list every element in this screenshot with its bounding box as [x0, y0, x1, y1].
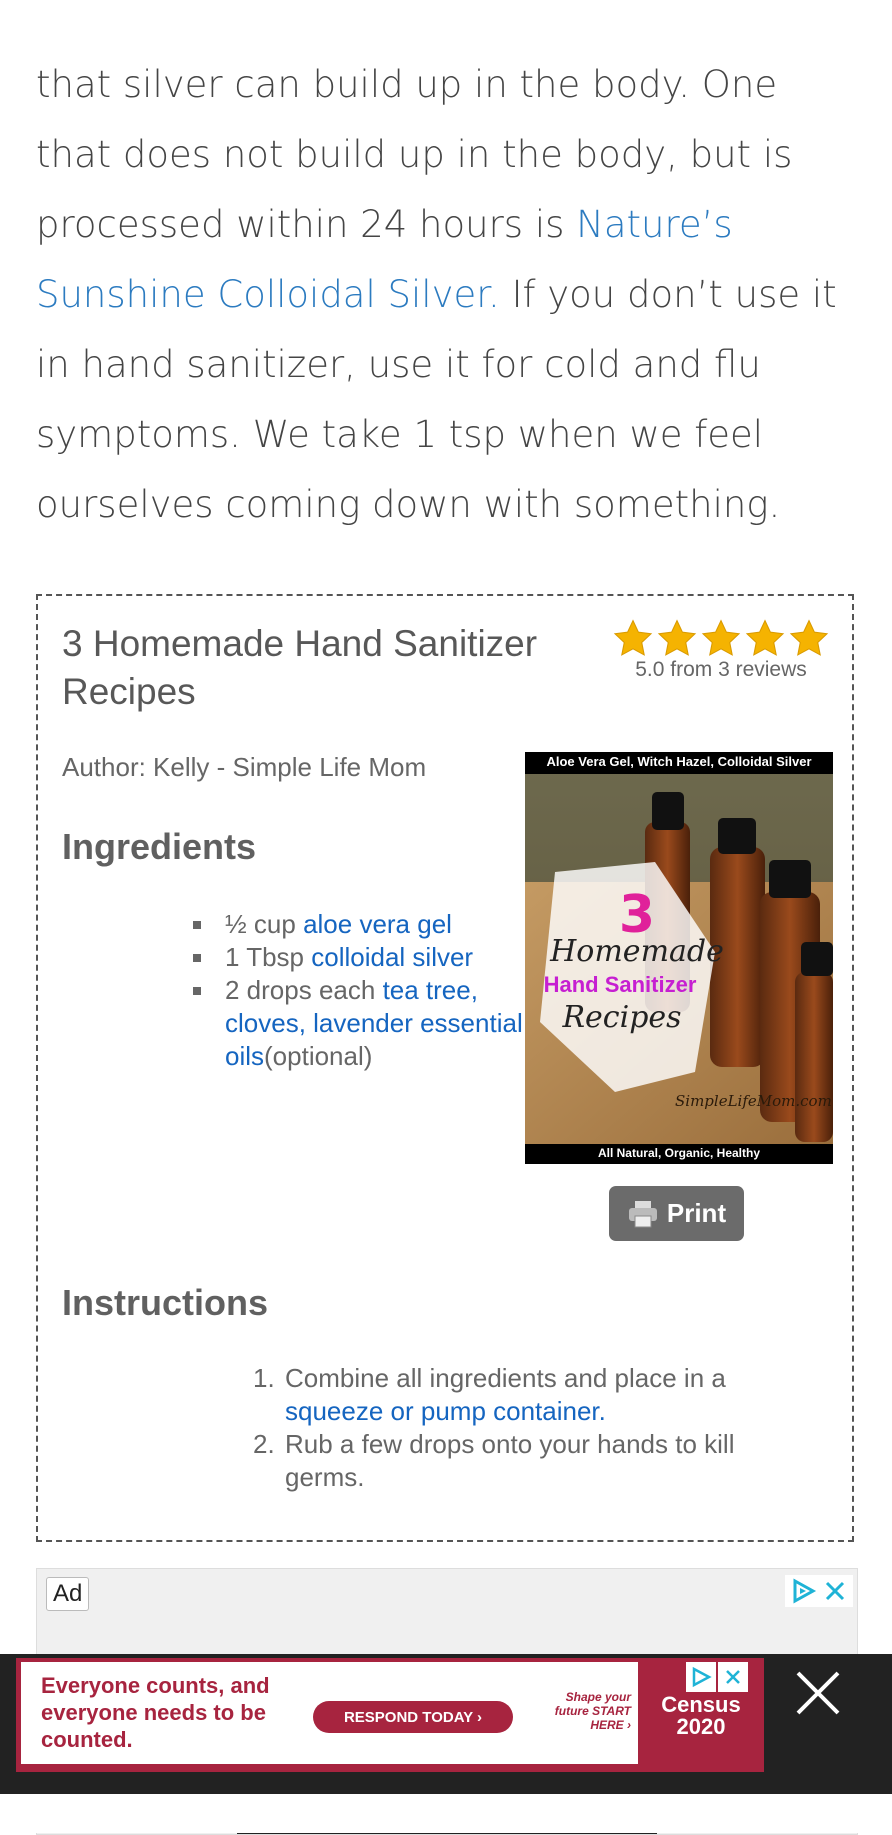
- instructions-list: 1. Combine all ingredients and place in …: [253, 1362, 813, 1494]
- step-number: 2.: [253, 1429, 275, 1459]
- ingredients-heading: Ingredients: [62, 826, 257, 867]
- status-bar: [0, 0, 892, 10]
- print-label: Print: [666, 1198, 727, 1228]
- aloe-vera-gel-link[interactable]: aloe vera gel: [303, 909, 452, 939]
- star-icon[interactable]: [744, 618, 786, 660]
- ingredients-list: ½ cup aloe vera gel 1 Tbsp colloidal sil…: [193, 908, 538, 1073]
- bottom-strip: [0, 1794, 892, 1833]
- ingredient-amount: ½ cup: [225, 909, 304, 939]
- bullet-icon: [193, 921, 201, 929]
- census-logo-title: Census: [661, 1692, 741, 1717]
- image-watermark: SimpleLifeMom.com: [675, 1092, 832, 1110]
- bullet-icon: [193, 954, 201, 962]
- star-icon[interactable]: [700, 618, 742, 660]
- list-item: 2 drops each tea tree, cloves, lavender …: [193, 974, 538, 1073]
- list-item: 2. Rub a few drops onto your hands to ki…: [253, 1428, 813, 1494]
- close-icon[interactable]: [718, 1662, 748, 1692]
- image-line3: Recipes: [562, 1000, 682, 1035]
- list-item: 1. Combine all ingredients and place in …: [253, 1362, 813, 1428]
- census-ad[interactable]: Everyone counts, and everyone needs to b…: [16, 1658, 764, 1772]
- star-icon[interactable]: [612, 618, 654, 660]
- squeeze-container-link[interactable]: squeeze or pump container.: [285, 1396, 606, 1426]
- step-text: Combine all ingredients and place in a: [285, 1363, 726, 1393]
- recipe-image[interactable]: Aloe Vera Gel, Witch Hazel, Colloidal Si…: [525, 752, 833, 1164]
- star-rating[interactable]: [611, 618, 831, 660]
- star-icon[interactable]: [788, 618, 830, 660]
- ad-choices[interactable]: [686, 1662, 748, 1692]
- ingredient-amount: 2 drops each: [225, 975, 383, 1005]
- article-paragraph: that silver can build up in the body. On…: [36, 50, 856, 540]
- census-logo-year: 2020: [676, 1714, 726, 1739]
- ingredient-note: (optional): [264, 1041, 373, 1071]
- image-top-caption: Aloe Vera Gel, Witch Hazel, Colloidal Si…: [546, 754, 812, 769]
- recipe-author: Author: Kelly - Simple Life Mom: [62, 752, 427, 782]
- census-message: Everyone counts, and everyone needs to b…: [41, 1673, 270, 1752]
- image-line1: Homemade: [550, 934, 724, 969]
- census-ad-content[interactable]: Everyone counts, and everyone needs to b…: [21, 1662, 638, 1764]
- bottom-banner-ad[interactable]: Everyone counts, and everyone needs to b…: [0, 1654, 892, 1794]
- image-bottom-caption: All Natural, Organic, Healthy: [597, 1146, 761, 1160]
- instructions-heading: Instructions: [62, 1282, 269, 1323]
- ingredient-amount: 1 Tbsp: [225, 942, 312, 972]
- step-number: 1.: [253, 1363, 275, 1393]
- bullet-icon: [193, 987, 201, 995]
- recipe-card: 3 Homemade Hand Sanitizer Recipes 5.0 fr…: [36, 594, 854, 1542]
- colloidal-silver-link[interactable]: colloidal silver: [311, 942, 473, 972]
- recipe-title: 3 Homemade Hand Sanitizer Recipes: [62, 623, 538, 712]
- star-icon[interactable]: [656, 618, 698, 660]
- close-banner-icon[interactable]: [793, 1668, 843, 1718]
- recipe-rating[interactable]: 5.0 from 3 reviews: [611, 618, 831, 682]
- list-item: ½ cup aloe vera gel: [193, 908, 538, 941]
- adchoices-icon[interactable]: [686, 1662, 716, 1692]
- census-tagline: Shape your future START HERE ›: [554, 1690, 631, 1732]
- image-line2: Hand Sanitizer: [543, 972, 697, 997]
- printer-icon: [628, 1200, 657, 1227]
- print-button[interactable]: Print: [609, 1186, 744, 1241]
- rating-summary: 5.0 from 3 reviews: [635, 658, 807, 681]
- step-text: Rub a few drops onto your hands to kill …: [285, 1429, 735, 1492]
- list-item: 1 Tbsp colloidal silver: [193, 941, 538, 974]
- census-logo: Census 2020: [656, 1694, 746, 1738]
- respond-today-button[interactable]: RESPOND TODAY ›: [313, 1701, 513, 1733]
